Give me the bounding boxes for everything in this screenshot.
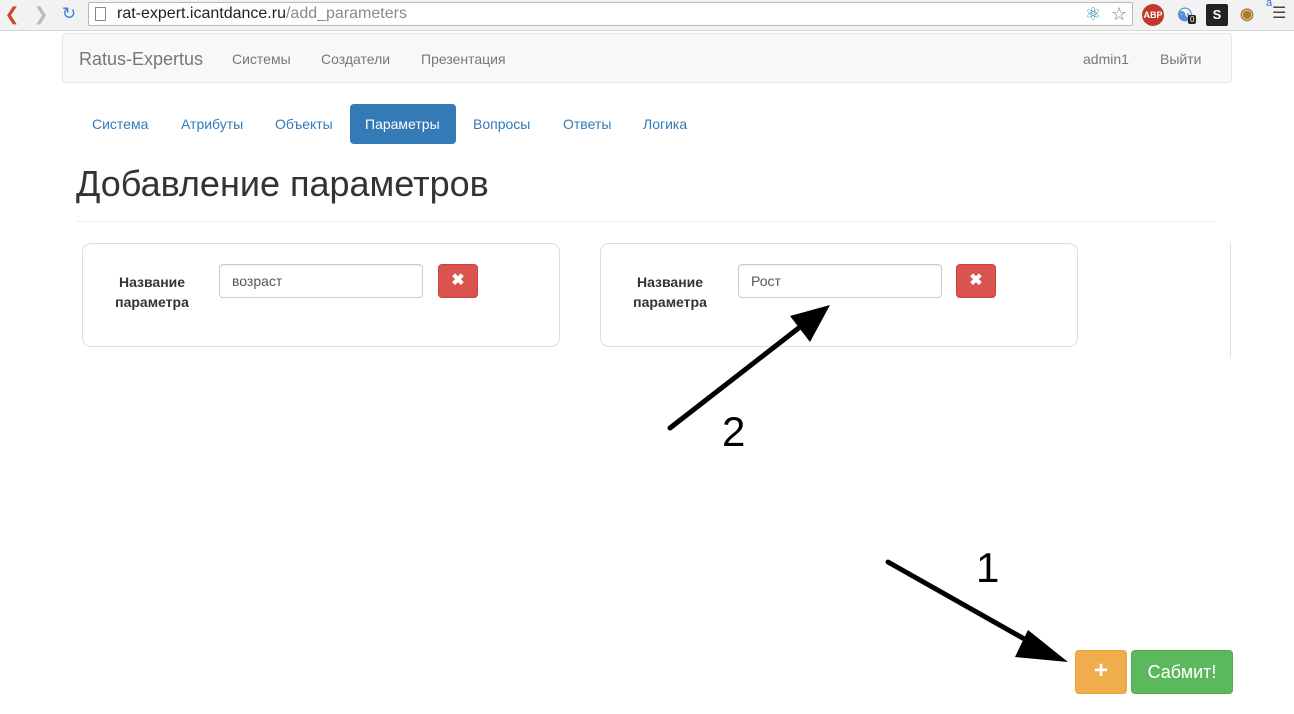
arrow-2-icon (667, 305, 830, 431)
annotation-number-2: 2 (722, 408, 746, 455)
annotation-arrows (667, 305, 1068, 662)
annotation-number-1: 1 (976, 544, 1000, 591)
submit-button[interactable]: Сабмит! (1131, 650, 1233, 694)
add-parameter-button[interactable]: + (1075, 650, 1127, 694)
